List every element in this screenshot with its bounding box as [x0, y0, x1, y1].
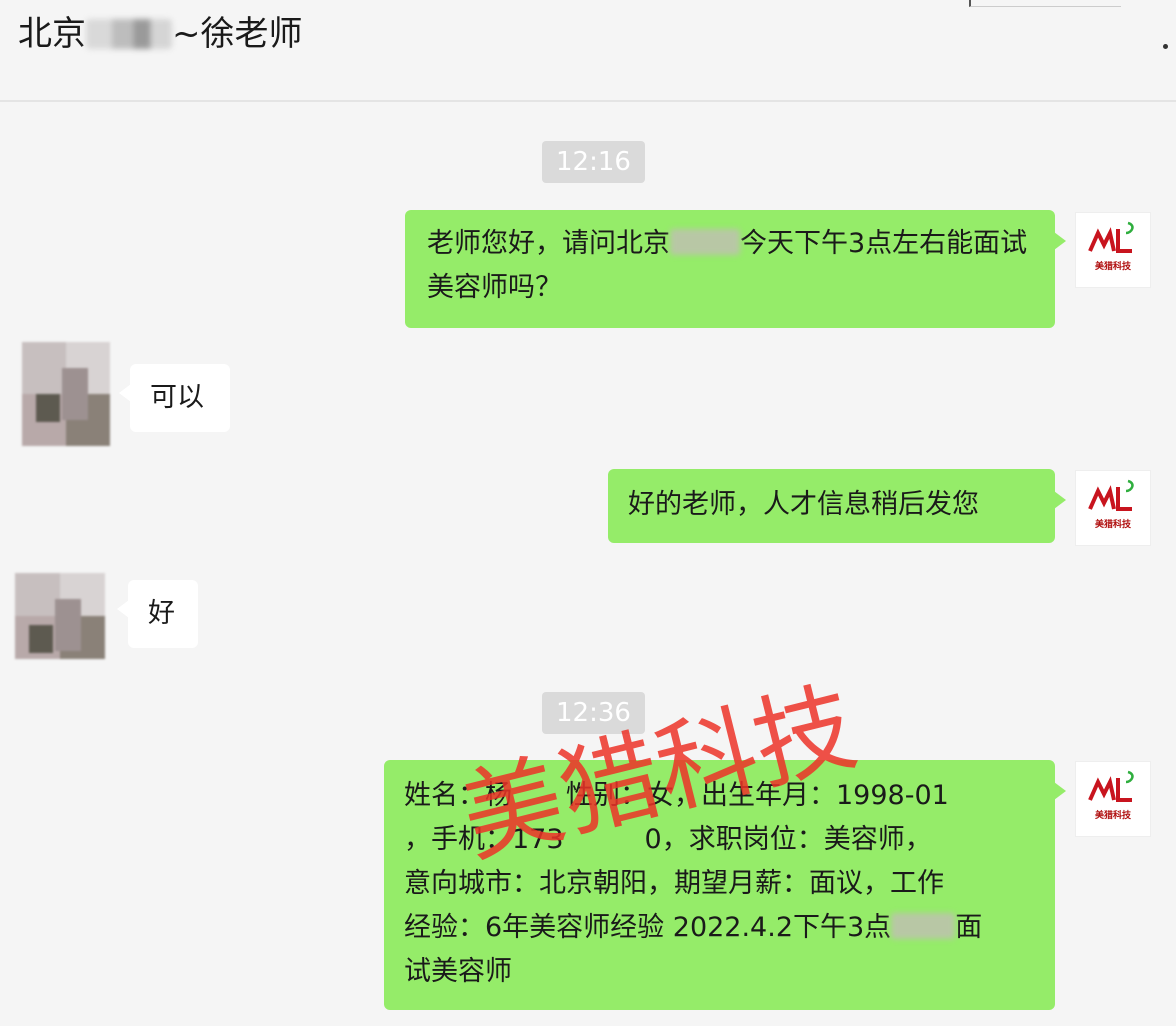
ml-logo-icon — [1088, 770, 1134, 802]
ml-logo-icon — [1088, 479, 1134, 511]
message-text: 好 — [148, 598, 175, 629]
message-text-line: 意向城市：北京朝阳，期望月薪：面议，工作 — [404, 868, 944, 899]
ml-logo-icon — [1088, 221, 1134, 253]
my-avatar[interactable]: 美猎科技 — [1076, 471, 1150, 545]
message-text: 经验：6年美容师经验 2022.4.2下午3点 — [404, 912, 892, 943]
timestamp: 12:16 — [542, 141, 645, 183]
redacted-name-blur — [86, 19, 172, 49]
logo-subtitle: 美猎科技 — [1094, 520, 1131, 530]
message-bubble-outgoing[interactable]: 好的老师，人才信息稍后发您 — [608, 469, 1066, 543]
chat-title-suffix: ~徐老师 — [172, 14, 303, 54]
logo-subtitle: 美猎科技 — [1094, 811, 1131, 821]
message-text-line: ，手机：173 0，求职岗位：美容师， — [404, 824, 932, 855]
message-text: 老师您好，请问北京 — [427, 228, 670, 259]
message-bubble-incoming[interactable]: 好 — [117, 580, 198, 648]
contact-avatar[interactable] — [22, 342, 110, 446]
chat-title-prefix: 北京 — [18, 14, 86, 54]
chat-header: 北京 ~徐老师 — [0, 0, 1176, 102]
chat-title: 北京 ~徐老师 — [18, 12, 303, 56]
logo-subtitle: 美猎科技 — [1094, 262, 1131, 272]
message-text-line: 姓名：杨 性别：女，出生年月：1998-01 — [404, 780, 949, 811]
my-avatar[interactable]: 美猎科技 — [1076, 762, 1150, 836]
message-bubble-outgoing[interactable]: 老师您好，请问北京 今天下午3点左右能面试美容师吗？ — [405, 210, 1066, 328]
message-text: 可以 — [150, 382, 204, 413]
timestamp: 12:36 — [542, 692, 645, 734]
message-text: 好的老师，人才信息稍后发您 — [628, 489, 979, 520]
message-text-line: 试美容师 — [404, 956, 512, 987]
more-options-icon[interactable] — [1163, 44, 1168, 49]
contact-avatar[interactable] — [15, 573, 105, 659]
message-bubble-outgoing[interactable]: 姓名：杨 性别：女，出生年月：1998-01 ，手机：173 0，求职岗位：美容… — [384, 760, 1066, 1010]
my-avatar[interactable]: 美猎科技 — [1076, 213, 1150, 287]
redacted-text-blur — [670, 229, 740, 255]
message-text: 面 — [955, 912, 983, 943]
message-text-line: 经验：6年美容师经验 2022.4.2下午3点 面 — [404, 906, 1035, 950]
window-control-fragment — [969, 0, 1121, 7]
redacted-text-blur — [891, 913, 956, 939]
message-bubble-incoming[interactable]: 可以 — [119, 364, 230, 432]
